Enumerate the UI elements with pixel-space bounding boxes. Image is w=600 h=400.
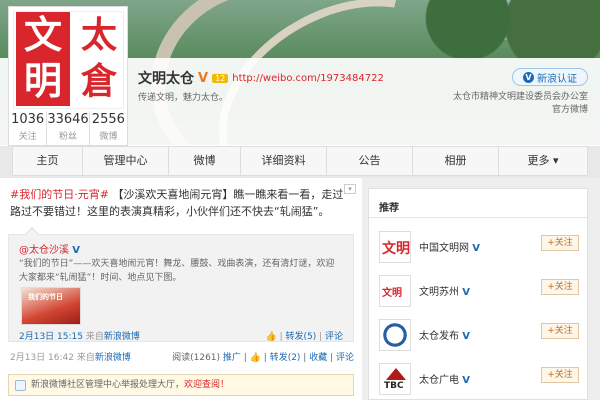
follow-button[interactable]: +关注 bbox=[541, 367, 579, 383]
tab-home[interactable]: 主页 bbox=[13, 147, 83, 175]
read-count: 阅读(1261) bbox=[172, 353, 221, 363]
post-actions: 阅读(1261) 推广 | 👍 | 转发(2) | 收藏 | 评论 bbox=[172, 353, 354, 363]
profile-nav: 主页 管理中心 微博 详细资料 公告 相册 更多 ▾ bbox=[12, 146, 588, 176]
notice-link[interactable]: 欢迎查阅！ bbox=[184, 380, 229, 390]
tab-manage[interactable]: 管理中心 bbox=[83, 147, 169, 175]
stat-following[interactable]: 1036 关注 bbox=[9, 111, 46, 145]
comment-button[interactable]: 评论 bbox=[325, 332, 343, 342]
recommend-item: TBC 太仓广电 V +关注 bbox=[379, 363, 579, 399]
promote-button[interactable]: 推广 bbox=[223, 353, 241, 363]
sina-verify-button[interactable]: V 新浪认证 bbox=[512, 68, 588, 86]
post-more-menu[interactable]: ▾ bbox=[344, 184, 356, 194]
post-hashtag[interactable]: #我们的节日·元宵# bbox=[10, 188, 109, 201]
repost-button[interactable]: 转发(2) bbox=[270, 353, 301, 363]
profile-name-row: 文明太仓 V 12 http://weibo.com/1973484722 bbox=[138, 68, 384, 88]
favorite-button[interactable]: 收藏 bbox=[309, 353, 327, 363]
recommend-item: 文明 中国文明网 V +关注 bbox=[379, 231, 579, 267]
org-description: 太仓市精神文明建设委员会办公室 官方微博 bbox=[453, 91, 588, 117]
verified-v-icon: V bbox=[472, 243, 480, 254]
profile-stats: 1036 关注 33646 粉丝 2556 微博 bbox=[9, 111, 127, 145]
repost-thumbnail[interactable]: 我们的节日 bbox=[21, 287, 81, 325]
profile-url[interactable]: http://weibo.com/1973484722 bbox=[232, 73, 384, 84]
verified-v-icon: V bbox=[462, 331, 470, 342]
tab-weibo[interactable]: 微博 bbox=[169, 147, 241, 175]
post-meta: 2月13日 16:42 来自新浪微博 bbox=[10, 353, 131, 363]
repost-button[interactable]: 转发(5) bbox=[285, 332, 316, 342]
follow-button[interactable]: +关注 bbox=[541, 323, 579, 339]
repost-actions: 👍 | 转发(5) | 评论 bbox=[265, 332, 343, 342]
follow-button[interactable]: +关注 bbox=[541, 235, 579, 251]
profile-bio: 传递文明，魅力太仓。 bbox=[138, 93, 229, 103]
stat-followers[interactable]: 33646 粉丝 bbox=[46, 111, 89, 145]
comment-button[interactable]: 评论 bbox=[336, 353, 354, 363]
chevron-down-icon: ▾ bbox=[549, 154, 559, 167]
verified-v-icon: V bbox=[72, 245, 80, 256]
recommend-sidebar: 推荐 文明 中国文明网 V +关注 文明 文明苏州 V +关注 太仓发布 V +… bbox=[368, 188, 588, 400]
civilization-suzhou-logo[interactable]: 文明 bbox=[379, 275, 411, 307]
verified-v-icon: V bbox=[462, 287, 470, 298]
avatar-card: 文 明 太 倉 1036 关注 33646 粉丝 2556 微博 bbox=[8, 6, 128, 146]
tab-notice[interactable]: 公告 bbox=[327, 147, 413, 175]
verified-v-icon[interactable]: V bbox=[198, 71, 208, 86]
post-text: #我们的节日·元宵# 【沙溪欢天喜地闹元宵】瞧一瞧来看一看，走过路过不要错过！这… bbox=[10, 186, 350, 220]
china-civilization-logo[interactable]: 文明 bbox=[379, 231, 411, 263]
org-line-1: 太仓市精神文明建设委员会办公室 bbox=[452, 92, 588, 102]
like-icon[interactable]: 👍 bbox=[265, 332, 276, 342]
notice-icon bbox=[15, 380, 26, 391]
follow-button[interactable]: +关注 bbox=[541, 279, 579, 295]
tbc-logo[interactable]: TBC bbox=[379, 363, 411, 395]
repost-box: @太仓沙溪 V “我们的节日”——欢天喜地闹元宵！舞龙、腰鼓、戏曲表演，还有清灯… bbox=[8, 226, 354, 342]
tab-album[interactable]: 相册 bbox=[413, 147, 499, 175]
taicang-release-logo[interactable] bbox=[379, 319, 411, 351]
org-line-2: 官方微博 bbox=[551, 105, 588, 115]
main-content: #我们的节日·元宵# 【沙溪欢天喜地闹元宵】瞧一瞧来看一看，走过路过不要错过！这… bbox=[0, 178, 600, 400]
repost-text: “我们的节日”——欢天喜地闹元宵！舞龙、腰鼓、戏曲表演，还有清灯谜，欢迎大家都来… bbox=[19, 259, 335, 283]
like-icon[interactable]: 👍 bbox=[250, 353, 261, 363]
repost-author[interactable]: @太仓沙溪 V bbox=[19, 241, 80, 256]
profile-name[interactable]: 文明太仓 bbox=[138, 68, 194, 88]
level-badge[interactable]: 12 bbox=[212, 73, 229, 83]
stat-posts[interactable]: 2556 微博 bbox=[88, 111, 127, 145]
verified-v-icon: V bbox=[462, 375, 470, 386]
avatar-seal: 文 明 bbox=[16, 12, 70, 106]
repost-meta: 2月13日 15:15 来自新浪微博 bbox=[19, 332, 140, 342]
recommend-item: 太仓发布 V +关注 bbox=[379, 319, 579, 355]
verify-label: 新浪认证 bbox=[537, 73, 577, 85]
recommend-item: 文明 文明苏州 V +关注 bbox=[379, 275, 579, 311]
sidebar-title: 推荐 bbox=[379, 203, 399, 214]
avatar[interactable]: 文 明 太 倉 bbox=[13, 11, 124, 109]
verify-v-icon: V bbox=[523, 71, 534, 83]
tab-profile[interactable]: 详细资料 bbox=[241, 147, 327, 175]
notice-bar: 新浪微博社区管理中心举报处理大厅，欢迎查阅！ bbox=[8, 374, 354, 396]
feed: #我们的节日·元宵# 【沙溪欢天喜地闹元宵】瞧一瞧来看一看，走过路过不要错过！这… bbox=[0, 178, 362, 400]
tab-more[interactable]: 更多 ▾ bbox=[499, 147, 587, 175]
